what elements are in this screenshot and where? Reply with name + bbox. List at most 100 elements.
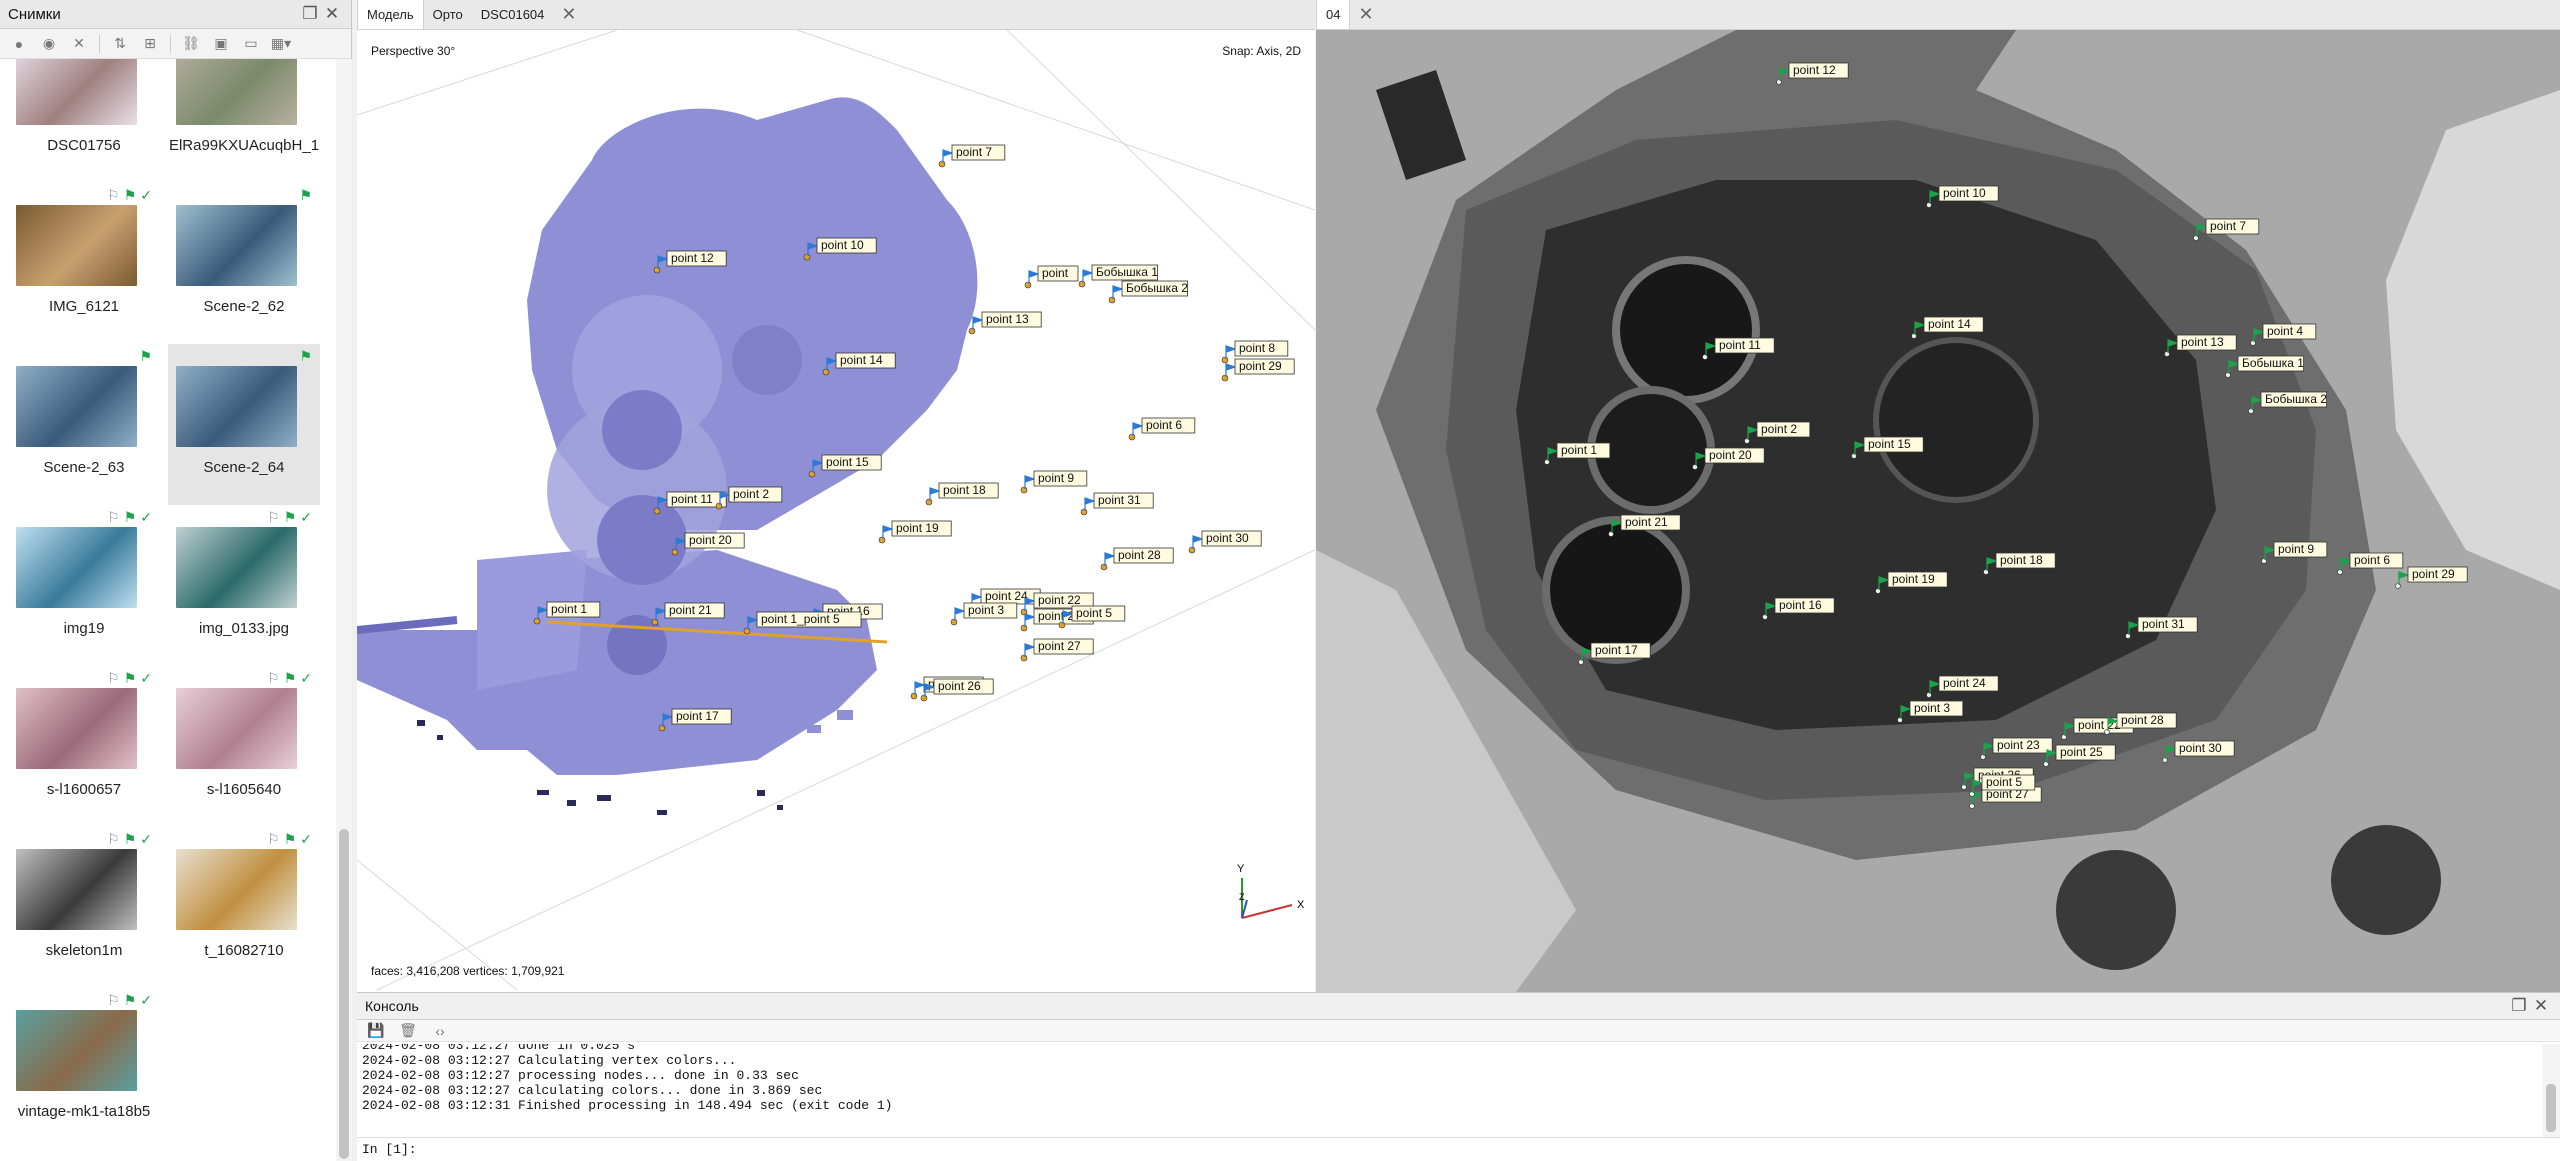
marker-point[interactable]: point 29: [1221, 358, 1295, 382]
thumbnail-image[interactable]: [176, 59, 297, 125]
marker-dot[interactable]: [1020, 654, 1028, 662]
marker-dot[interactable]: [950, 618, 958, 626]
thumbnail-image[interactable]: [176, 366, 297, 447]
marker-point[interactable]: point 6: [1128, 417, 1196, 441]
thumbnail-image[interactable]: [176, 205, 297, 286]
marker-dot[interactable]: [1578, 659, 1584, 665]
marker-dot[interactable]: [1851, 453, 1857, 459]
marker-dot[interactable]: [2125, 633, 2131, 639]
marker-dot[interactable]: [2193, 235, 2199, 241]
disable-icon[interactable]: ◉: [36, 33, 62, 55]
thumbnail-scrollbar[interactable]: [336, 59, 352, 1161]
close-panel-icon[interactable]: ✕: [2530, 995, 2552, 1017]
marker-dot[interactable]: [1744, 438, 1750, 444]
marker-dot[interactable]: [878, 536, 886, 544]
marker-dot[interactable]: [1897, 717, 1903, 723]
marker-dot[interactable]: [1544, 459, 1550, 465]
marker-point[interactable]: point: [1024, 265, 1079, 289]
marker-dot[interactable]: [1024, 281, 1032, 289]
sort-icon[interactable]: ⇅: [107, 33, 133, 55]
marker-dot[interactable]: [1926, 202, 1932, 208]
align-icon[interactable]: ⊞: [137, 33, 163, 55]
close-tab-icon[interactable]: ✕: [553, 0, 584, 29]
marker-dot[interactable]: [1926, 692, 1932, 698]
marker-dot[interactable]: [1020, 486, 1028, 494]
marker-point[interactable]: point 3: [950, 602, 1018, 626]
marker-dot[interactable]: [938, 160, 946, 168]
view-mode-icon[interactable]: ▦▾: [268, 33, 294, 55]
photo-thumbnail[interactable]: ⚐ ⚑ ✓ t_16082710: [168, 827, 320, 988]
marker-point[interactable]: point 27: [1020, 638, 1094, 662]
marker-dot[interactable]: [2337, 569, 2343, 575]
marker-dot[interactable]: [2162, 757, 2168, 763]
photo-thumbnail[interactable]: ⚑ Scene-2_64: [168, 344, 320, 505]
scrollbar-thumb[interactable]: [2546, 1084, 2556, 1132]
marker-dot[interactable]: [1221, 356, 1229, 364]
console-input[interactable]: In [1]:: [357, 1137, 2560, 1161]
photo-thumbnail[interactable]: ⚐ ⚑ ✓ img_0133.jpg: [168, 505, 320, 666]
code-icon[interactable]: ‹›: [427, 1020, 453, 1042]
marker-dot[interactable]: [2061, 734, 2067, 740]
console-scrollbar[interactable]: [2542, 1044, 2560, 1138]
marker-dot[interactable]: [1108, 296, 1116, 304]
marker-dot[interactable]: [715, 502, 723, 510]
photo-canvas[interactable]: point 12 point 10 point 7 point 14 point 11 p…: [1316, 30, 2560, 992]
marker-dot[interactable]: [1969, 803, 1975, 809]
marker-dot[interactable]: [1078, 280, 1086, 288]
marker-dot[interactable]: [1058, 621, 1066, 629]
marker-dot[interactable]: [653, 266, 661, 274]
photo-thumbnail[interactable]: ⚐ ⚑ ✓ s-l1600657: [8, 666, 160, 827]
marker-dot[interactable]: [653, 507, 661, 515]
marker-point[interactable]: point 30: [1188, 530, 1262, 554]
float-panel-icon[interactable]: ❐: [299, 3, 321, 25]
folder-icon[interactable]: ▭: [238, 33, 264, 55]
marker-point[interactable]: point 18: [925, 482, 999, 506]
tab-model[interactable]: Модель: [357, 0, 424, 29]
thumbnail-image[interactable]: [176, 527, 297, 608]
thumbnail-image[interactable]: [16, 849, 137, 930]
marker-dot[interactable]: [2250, 340, 2256, 346]
photo-thumbnail[interactable]: ⚐ ⚑ ✓ skeleton1m: [8, 827, 160, 988]
marker-dot[interactable]: [1762, 614, 1768, 620]
marker-dot[interactable]: [533, 617, 541, 625]
save-log-icon[interactable]: 💾: [363, 1020, 389, 1042]
close-panel-icon[interactable]: ✕: [321, 3, 343, 25]
enable-icon[interactable]: ●: [6, 33, 32, 55]
thumbnail-image[interactable]: [16, 527, 137, 608]
photo-thumbnail[interactable]: ⚐ ⚑ ✓ s-l1605640: [168, 666, 320, 827]
photo-viewport[interactable]: point 12 point 10 point 7 point 14 point 11 p…: [1316, 30, 2560, 992]
marker-dot[interactable]: [920, 694, 928, 702]
marker-dot[interactable]: [1969, 791, 1975, 797]
marker-point[interactable]: point 19: [878, 520, 952, 544]
marker-dot[interactable]: [1983, 569, 1989, 575]
marker-point[interactable]: point 9: [1020, 470, 1088, 494]
thumbnail-list[interactable]: DSC01756 ElRa99KXUAcuqbH_1 ⚐ ⚑ ✓ IMG_6121 ⚑ Sce…: [0, 59, 336, 1161]
photo-thumbnail[interactable]: ElRa99KXUAcuqbH_1: [168, 59, 320, 183]
marker-dot[interactable]: [822, 368, 830, 376]
marker-point[interactable]: point 13: [968, 311, 1042, 335]
photo-thumbnail[interactable]: ⚑ Scene-2_63: [8, 344, 160, 505]
marker-dot[interactable]: [2261, 558, 2267, 564]
marker-dot[interactable]: [1875, 588, 1881, 594]
thumbnail-image[interactable]: [16, 59, 137, 125]
marker-dot[interactable]: [910, 692, 918, 700]
marker-dot[interactable]: [1776, 79, 1782, 85]
link-icon[interactable]: ⛓: [178, 33, 204, 55]
marker-dot[interactable]: [2395, 583, 2401, 589]
marker-dot[interactable]: [1911, 333, 1917, 339]
marker-dot[interactable]: [2164, 351, 2170, 357]
marker-dot[interactable]: [1608, 531, 1614, 537]
photo-thumbnail[interactable]: ⚑ Scene-2_62: [168, 183, 320, 344]
model-canvas[interactable]: Y X Z point 12 point 10 point 7 point Бобышк…: [357, 30, 1315, 992]
marker-dot[interactable]: [2225, 372, 2231, 378]
thumbnail-image[interactable]: [176, 688, 297, 769]
close-tab-icon[interactable]: ✕: [1350, 0, 1381, 29]
thumbnail-image[interactable]: [176, 849, 297, 930]
marker-dot[interactable]: [658, 724, 666, 732]
marker-dot[interactable]: [1020, 624, 1028, 632]
marker-dot[interactable]: [671, 548, 679, 556]
marker-dot[interactable]: [1080, 508, 1088, 516]
marker-dot[interactable]: [1100, 563, 1108, 571]
marker-dot[interactable]: [1188, 546, 1196, 554]
marker-dot[interactable]: [2043, 761, 2049, 767]
